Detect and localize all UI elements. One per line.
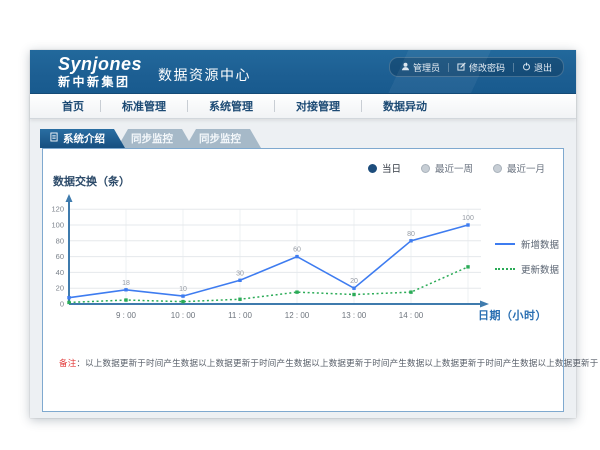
solid-line-icon — [495, 243, 515, 245]
svg-text:12 : 00: 12 : 00 — [285, 311, 310, 320]
dotted-line-icon — [495, 268, 515, 270]
brand-name: Synjones — [58, 55, 142, 73]
y-axis-title: 数据交换（条） — [53, 173, 130, 189]
divider — [513, 63, 514, 72]
filter-last-month[interactable]: 最近一月 — [493, 161, 545, 175]
svg-text:0: 0 — [60, 300, 64, 309]
main-nav: 首页 标准管理 系统管理 对接管理 数据异动 — [30, 94, 576, 119]
content-area: 系统介绍 同步监控 同步监控 当日 最近一周 — [30, 119, 576, 419]
edit-icon — [457, 62, 466, 73]
divider — [448, 63, 449, 72]
svg-text:14 : 00: 14 : 00 — [399, 311, 424, 320]
svg-text:10 : 00: 10 : 00 — [171, 311, 196, 320]
svg-text:20: 20 — [350, 278, 358, 285]
time-range-filter: 当日 最近一周 最近一月 — [368, 161, 545, 175]
svg-text:13 : 00: 13 : 00 — [342, 311, 367, 320]
svg-text:60: 60 — [293, 247, 301, 254]
nav-item-integration-mgmt[interactable]: 对接管理 — [275, 98, 361, 114]
footnote-label: 备注 — [59, 358, 76, 368]
tab-system-intro[interactable]: 系统介绍 — [40, 129, 125, 148]
footnote: 备注：以上数据更新于时间产生数据以上数据更新于时间产生数据以上数据更新于时间产生… — [59, 357, 598, 369]
tab-sync-monitor-2[interactable]: 同步监控 — [185, 129, 261, 148]
app-title: 数据资源中心 — [158, 65, 251, 85]
user-name-label: 管理员 — [413, 61, 440, 74]
legend-label: 更新数据 — [521, 262, 559, 276]
radio-dot-icon — [421, 164, 430, 173]
svg-text:20: 20 — [56, 284, 64, 293]
svg-text:100: 100 — [51, 221, 64, 230]
footnote-colon: ： — [76, 358, 85, 368]
logout-label: 退出 — [534, 61, 552, 74]
filter-last-week[interactable]: 最近一周 — [421, 161, 473, 175]
filter-label: 最近一周 — [435, 161, 473, 175]
document-icon — [50, 132, 58, 145]
user-menu-logout[interactable]: 退出 — [522, 61, 552, 74]
tab-label: 系统介绍 — [63, 131, 105, 146]
tab-sync-monitor-1[interactable]: 同步监控 — [117, 129, 193, 148]
x-axis-title: 日期（小时） — [478, 307, 547, 323]
svg-text:18: 18 — [122, 280, 130, 287]
app-header: Synjones 新中新集团 数据资源中心 管理员 修改密码 退出 — [30, 50, 576, 94]
change-password-label: 修改密码 — [469, 61, 505, 74]
radio-dot-icon — [368, 164, 377, 173]
app-window: Synjones 新中新集团 数据资源中心 管理员 修改密码 退出 首页 标准管… — [30, 50, 576, 418]
filter-label: 最近一月 — [507, 161, 545, 175]
legend-update-data[interactable]: 更新数据 — [495, 262, 559, 276]
nav-item-home[interactable]: 首页 — [46, 98, 100, 114]
svg-text:10: 10 — [179, 286, 187, 293]
filter-today[interactable]: 当日 — [368, 161, 401, 175]
user-menu-change-password[interactable]: 修改密码 — [457, 61, 505, 74]
footnote-text: 以上数据更新于时间产生数据以上数据更新于时间产生数据以上数据更新于时间产生数据以… — [85, 358, 598, 368]
brand-logo: Synjones 新中新集团 — [58, 55, 142, 88]
legend-new-data[interactable]: 新增数据 — [495, 237, 559, 251]
chart-panel: 当日 最近一周 最近一月 数据交换（条） 0 20 40 60 80 100 120 9 : … — [42, 148, 564, 412]
svg-text:60: 60 — [56, 252, 64, 261]
svg-text:11 : 00: 11 : 00 — [228, 311, 252, 320]
logout-icon — [522, 62, 531, 73]
filter-label: 当日 — [382, 161, 401, 175]
company-name: 新中新集团 — [58, 76, 142, 88]
legend-label: 新增数据 — [521, 237, 559, 251]
svg-text:9 : 00: 9 : 00 — [116, 311, 137, 320]
radio-dot-icon — [493, 164, 502, 173]
svg-text:40: 40 — [56, 268, 64, 277]
nav-item-system-mgmt[interactable]: 系统管理 — [188, 98, 274, 114]
svg-text:80: 80 — [407, 231, 415, 238]
tab-label: 同步监控 — [131, 131, 173, 146]
svg-text:100: 100 — [462, 215, 474, 222]
chart-legend: 新增数据 更新数据 — [495, 237, 559, 276]
nav-item-data-change[interactable]: 数据异动 — [362, 98, 448, 114]
nav-item-standard-mgmt[interactable]: 标准管理 — [101, 98, 187, 114]
user-menu: 管理员 修改密码 退出 — [389, 57, 564, 77]
tab-bar: 系统介绍 同步监控 同步监控 — [40, 129, 261, 148]
user-icon — [401, 62, 410, 73]
svg-text:30: 30 — [236, 270, 244, 277]
svg-text:80: 80 — [56, 236, 64, 245]
tab-label: 同步监控 — [199, 131, 241, 146]
svg-text:120: 120 — [51, 205, 64, 214]
user-menu-profile[interactable]: 管理员 — [401, 61, 440, 74]
